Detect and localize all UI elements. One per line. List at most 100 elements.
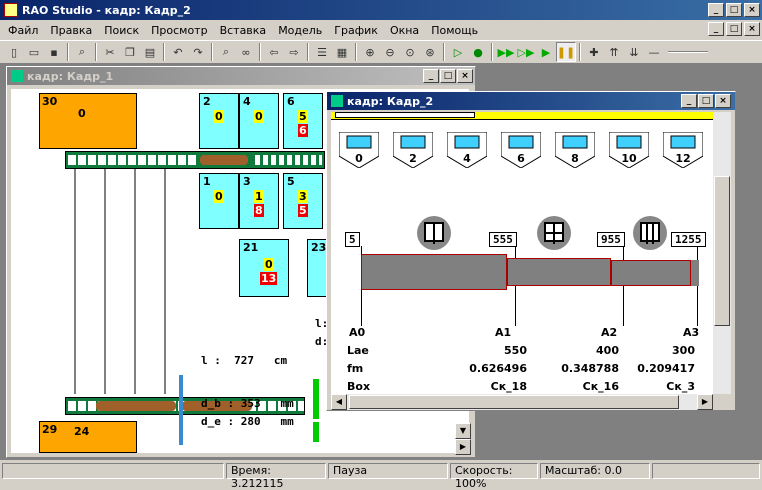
storage-value: 0 xyxy=(78,107,86,120)
menu-item-0[interactable]: Файл xyxy=(2,24,44,37)
minus-icon[interactable]: — xyxy=(644,42,664,62)
conveyor-top xyxy=(65,151,325,169)
de-readout: d_e : 280 mm xyxy=(201,415,294,428)
menu-item-2[interactable]: Поиск xyxy=(98,24,145,37)
frame1-maximize-button[interactable]: □ xyxy=(440,69,456,83)
cut-icon[interactable]: ✂ xyxy=(100,42,120,62)
storage-29[interactable]: 29 24 xyxy=(39,421,137,453)
cell-3[interactable]: 318 xyxy=(239,173,279,229)
cell-value-a: 3 xyxy=(298,190,308,203)
station-label: 2 xyxy=(409,152,417,165)
table-cell: 300 xyxy=(672,344,695,357)
cell-5[interactable]: 535 xyxy=(283,173,323,229)
zoom-out-icon[interactable]: ⊖ xyxy=(380,42,400,62)
menu-item-8[interactable]: Помощь xyxy=(425,24,484,37)
gate-bar xyxy=(179,375,183,445)
add-icon[interactable]: ✚ xyxy=(584,42,604,62)
station-label: 6 xyxy=(517,152,525,165)
menu-item-3[interactable]: Просмотр xyxy=(145,24,213,37)
copy-icon[interactable]: ❐ xyxy=(120,42,140,62)
list-icon[interactable]: ☰ xyxy=(312,42,332,62)
conveyor-top-rollers xyxy=(252,155,322,165)
station-12[interactable]: 12 xyxy=(663,132,703,168)
chains xyxy=(74,169,166,394)
cell-value-a: 0 xyxy=(264,258,274,271)
app-title: RAO Studio - кадр: Кадр_2 xyxy=(22,3,191,17)
open-folder-icon[interactable]: ▭ xyxy=(24,42,44,62)
cell-id: 2 xyxy=(203,95,211,108)
toolbar: ▯ ▭ ▪ ⌕ ✂ ❐ ▤ ↶ ↷ ⌕ ∞ ⇦ ⇨ ☰ ▦ ⊕ ⊖ ⊙ ⊛ ▷ … xyxy=(0,40,762,64)
status-scale: Масштаб: 0.0 xyxy=(540,463,650,479)
menu-item-4[interactable]: Вставка xyxy=(214,24,273,37)
cell-value-a: 0 xyxy=(254,110,264,123)
close-button[interactable]: × xyxy=(744,3,760,17)
station-6[interactable]: 6 xyxy=(501,132,541,168)
frame1-scroll-down-button[interactable]: ▼ xyxy=(455,423,471,439)
forward-arrow-icon[interactable]: ⇨ xyxy=(284,42,304,62)
station-8[interactable]: 8 xyxy=(555,132,595,168)
zoom-fit-icon[interactable]: ⊙ xyxy=(400,42,420,62)
frame1-minimize-button[interactable]: _ xyxy=(423,69,439,83)
cell-id: 1 xyxy=(203,175,211,188)
new-file-icon[interactable]: ▯ xyxy=(4,42,24,62)
menu-item-6[interactable]: График xyxy=(328,24,384,37)
station-4[interactable]: 4 xyxy=(447,132,487,168)
switch-1[interactable] xyxy=(417,216,451,250)
paste-icon[interactable]: ▤ xyxy=(140,42,160,62)
run-icon[interactable]: ▶ xyxy=(536,42,556,62)
play-icon[interactable]: ▷ xyxy=(448,42,468,62)
status-resize-grip[interactable] xyxy=(652,463,760,479)
frame2-close-button[interactable]: × xyxy=(715,94,731,108)
cell-1[interactable]: 10 xyxy=(199,173,239,229)
station-2[interactable]: 2 xyxy=(393,132,433,168)
minimize-button[interactable]: _ xyxy=(708,3,724,17)
speed-up-icon[interactable]: ⇈ xyxy=(604,42,624,62)
cell-21[interactable]: 21 0 13 xyxy=(239,239,289,297)
hscroll-left-button[interactable]: ◀ xyxy=(331,394,347,410)
run-step-icon[interactable]: ▷▶ xyxy=(516,42,536,62)
pause-icon[interactable]: ❚❚ xyxy=(556,42,576,62)
frame2-hscrollbar[interactable]: ◀ ▶ xyxy=(331,394,713,410)
menu-item-1[interactable]: Правка xyxy=(44,24,98,37)
back-arrow-icon[interactable]: ⇦ xyxy=(264,42,284,62)
log-item xyxy=(200,155,248,165)
cell-2[interactable]: 20 xyxy=(199,93,239,149)
mdi-minimize-button[interactable]: _ xyxy=(708,22,724,36)
switch-3[interactable] xyxy=(633,216,667,250)
storage-30[interactable]: 30 0 xyxy=(39,93,137,149)
conveyor-top-slots xyxy=(68,155,196,165)
run-fast-icon[interactable]: ▶▶ xyxy=(496,42,516,62)
maximize-button[interactable]: □ xyxy=(726,3,742,17)
station-0[interactable]: 0 xyxy=(339,132,379,168)
find-icon-2[interactable]: ⌕ xyxy=(216,42,236,62)
keyboard-icon[interactable]: ▦ xyxy=(332,42,352,62)
cell-6[interactable]: 656 xyxy=(283,93,323,149)
redo-icon[interactable]: ↷ xyxy=(188,42,208,62)
station-10[interactable]: 10 xyxy=(609,132,649,168)
mdi-restore-button[interactable]: □ xyxy=(726,22,742,36)
menu-item-7[interactable]: Окна xyxy=(384,24,425,37)
frame1-scroll-right-button[interactable]: ▶ xyxy=(455,439,471,455)
speed-slider[interactable] xyxy=(668,51,708,53)
vscroll-thumb[interactable] xyxy=(714,176,730,326)
binoculars-icon[interactable]: ∞ xyxy=(236,42,256,62)
hscroll-right-button[interactable]: ▶ xyxy=(697,394,713,410)
sensor-bar-2 xyxy=(313,422,319,442)
mdi-close-button[interactable]: × xyxy=(744,22,760,36)
zoom-reset-icon[interactable]: ⊛ xyxy=(420,42,440,62)
undo-icon[interactable]: ↶ xyxy=(168,42,188,62)
switch-2[interactable] xyxy=(537,216,571,250)
record-icon[interactable]: ● xyxy=(468,42,488,62)
menu-item-5[interactable]: Модель xyxy=(272,24,328,37)
frame2-maximize-button[interactable]: □ xyxy=(698,94,714,108)
frame2-minimize-button[interactable]: _ xyxy=(681,94,697,108)
frame1-close-button[interactable]: × xyxy=(457,69,473,83)
save-icon[interactable]: ▪ xyxy=(44,42,64,62)
frame2-vscrollbar[interactable] xyxy=(713,112,731,394)
cell-4[interactable]: 40 xyxy=(239,93,279,149)
speed-down-icon[interactable]: ⇊ xyxy=(624,42,644,62)
zoom-in-icon[interactable]: ⊕ xyxy=(360,42,380,62)
app-titlebar: RAO Studio - кадр: Кадр_2 xyxy=(0,0,762,20)
hscroll-thumb[interactable] xyxy=(349,395,679,409)
find-icon[interactable]: ⌕ xyxy=(72,42,92,62)
